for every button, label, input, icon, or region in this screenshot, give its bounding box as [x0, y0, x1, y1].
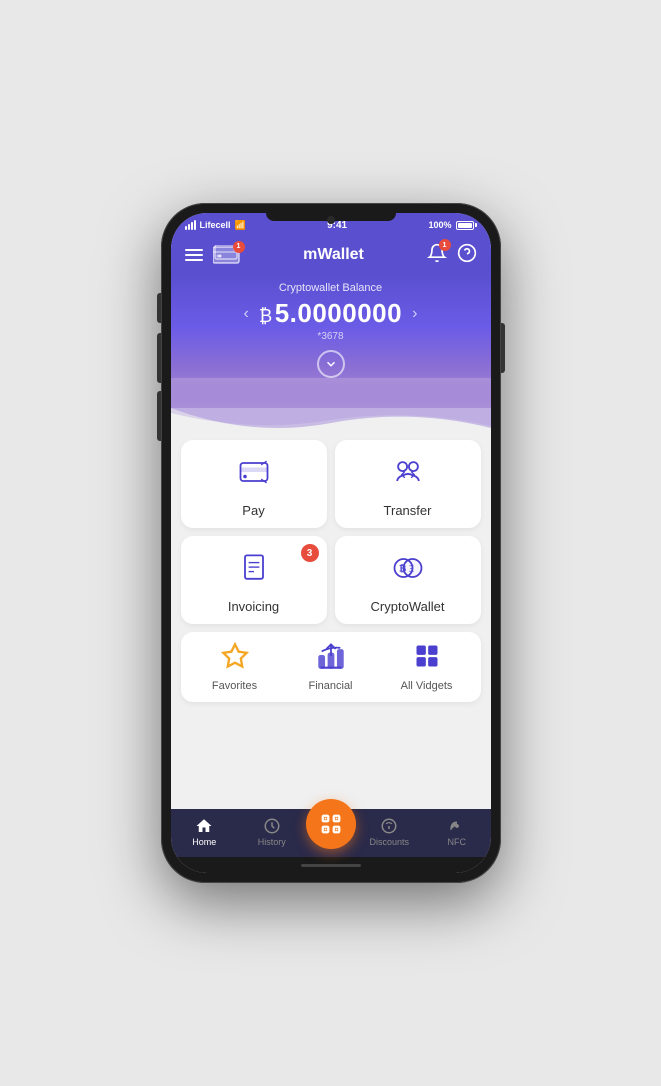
cryptowallet-label: CryptoWallet [371, 599, 445, 614]
svg-text:₿: ₿ [399, 564, 406, 574]
battery-icon [456, 221, 477, 230]
invoicing-label: Invoicing [228, 599, 279, 614]
nav-nfc[interactable]: NFC [423, 817, 491, 847]
wifi-icon: 📶 [235, 220, 246, 231]
transfer-label: Transfer [384, 503, 432, 518]
header-right: 1 [427, 243, 477, 266]
invoicing-card[interactable]: Invoicing 3 [181, 536, 327, 624]
notification-badge: 1 [439, 239, 451, 251]
power-button [501, 323, 505, 373]
carrier-name: Lifecell [200, 220, 231, 230]
front-camera [327, 216, 335, 224]
nav-nfc-label: NFC [448, 837, 467, 847]
signal-icon [185, 220, 196, 230]
menu-button[interactable] [185, 249, 203, 261]
pay-icon [236, 454, 272, 495]
balance-section: Cryptowallet Balance ‹ ₿5.0000000 › *367… [171, 274, 491, 408]
action-grid: Pay Transfer [181, 440, 481, 624]
notification-button[interactable]: 1 [427, 243, 447, 266]
mute-button [157, 293, 161, 323]
invoicing-icon [236, 550, 272, 591]
phone-screen: Lifecell 📶 9:41 100% [171, 213, 491, 873]
nav-history[interactable]: History [238, 817, 306, 847]
widget-row: Favorites Financial [181, 632, 481, 702]
status-left: Lifecell 📶 [185, 220, 246, 231]
balance-currency: ₿ [259, 306, 273, 326]
help-button[interactable] [457, 243, 477, 266]
bottom-nav: Home History [171, 809, 491, 857]
battery-percent: 100% [428, 220, 451, 230]
nav-history-label: History [258, 837, 286, 847]
all-vidgets-icon [413, 642, 441, 676]
favorites-icon [221, 642, 249, 676]
favorites-widget[interactable]: Favorites [187, 642, 283, 692]
expand-button[interactable] [317, 350, 345, 378]
app-title: mWallet [303, 246, 364, 264]
financial-icon [317, 642, 345, 676]
wallet-badge: 1 [233, 241, 245, 253]
invoicing-badge: 3 [301, 544, 319, 562]
all-vidgets-widget[interactable]: All Vidgets [379, 642, 475, 692]
wallet-card-icon[interactable]: 1 [213, 245, 241, 265]
balance-next[interactable]: › [408, 301, 421, 327]
pay-card[interactable]: Pay [181, 440, 327, 528]
volume-down-button [157, 391, 161, 441]
cryptowallet-card[interactable]: ₿ Ξ CryptoWallet [335, 536, 481, 624]
wave-separator [171, 408, 491, 428]
transfer-card[interactable]: Transfer [335, 440, 481, 528]
app-header: 1 mWallet 1 [171, 237, 491, 274]
main-content: Pay Transfer [171, 428, 491, 809]
header-left: 1 [185, 245, 241, 265]
balance-account: *3678 [185, 331, 477, 342]
favorites-label: Favorites [212, 680, 257, 692]
nav-home[interactable]: Home [171, 817, 239, 847]
phone-notch [266, 213, 396, 221]
nav-discounts[interactable]: Discounts [356, 817, 424, 847]
transfer-icon [390, 454, 426, 495]
all-vidgets-label: All Vidgets [401, 680, 453, 692]
balance-row: ‹ ₿5.0000000 › [185, 298, 477, 329]
balance-prev[interactable]: ‹ [240, 301, 253, 327]
home-indicator [171, 857, 491, 873]
status-right: 100% [428, 220, 476, 230]
pay-label: Pay [242, 503, 264, 518]
financial-widget[interactable]: Financial [283, 642, 379, 692]
nav-scan-button[interactable] [306, 799, 356, 849]
nav-discounts-label: Discounts [369, 837, 409, 847]
svg-text:Ξ: Ξ [408, 565, 413, 574]
financial-label: Financial [308, 680, 352, 692]
nav-home-label: Home [192, 837, 216, 847]
cryptowallet-icon: ₿ Ξ [390, 550, 426, 591]
volume-up-button [157, 333, 161, 383]
phone-frame: Lifecell 📶 9:41 100% [161, 203, 501, 883]
balance-amount: ₿5.0000000 [259, 298, 402, 329]
balance-label: Cryptowallet Balance [185, 282, 477, 294]
